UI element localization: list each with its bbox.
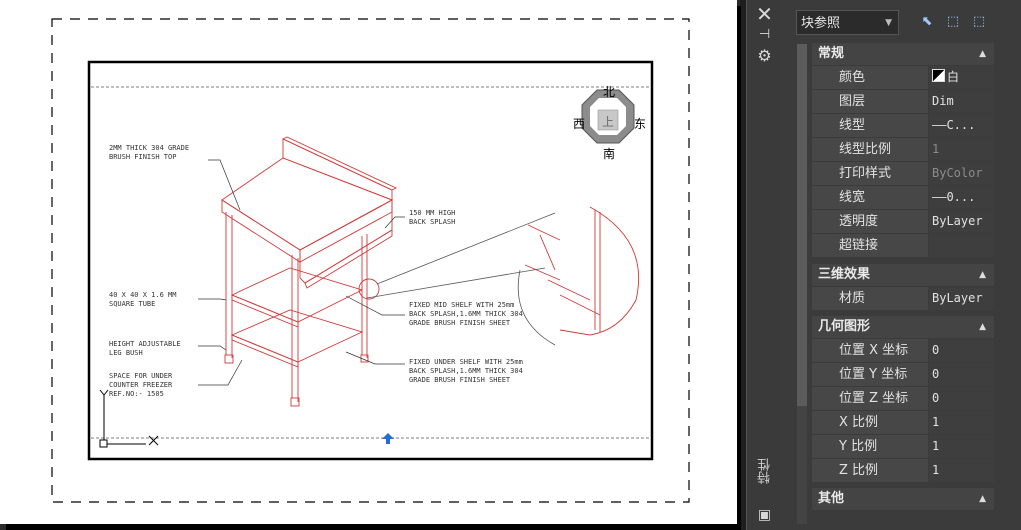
object-type-value: 块参照 — [801, 16, 841, 31]
prop-value[interactable]: 1 — [929, 459, 994, 482]
prop-row-pos-z[interactable]: 位置 Z 坐标 0 — [812, 387, 994, 411]
prop-value[interactable]: Dim — [929, 90, 994, 113]
section-misc-title: 其他 — [818, 491, 845, 506]
viewcube-west[interactable]: 西 — [573, 115, 585, 132]
section-general-title: 常规 — [818, 46, 845, 61]
prop-value[interactable]: 0 — [929, 363, 994, 386]
section-geometry-title: 几何图形 — [818, 319, 871, 334]
prop-value[interactable]: 1 — [929, 435, 994, 458]
prop-value[interactable]: ByColor — [929, 162, 994, 185]
label-under-shelf: FIXED UNDER SHELF WITH 25mm BACK SPLASH,1… — [409, 358, 523, 384]
prop-row-scale-z[interactable]: Z 比例 1 — [812, 459, 994, 483]
prop-key: 图层 — [812, 90, 928, 113]
object-type-select[interactable]: 块参照 ▼ — [796, 10, 899, 35]
prop-key: 材质 — [812, 287, 928, 310]
label-space: SPACE FOR UNDER COUNTER FREEZER REF.NO:- 1… — [109, 372, 173, 398]
prop-key: 位置 Z 坐标 — [812, 387, 928, 410]
prop-value[interactable]: 0 — [929, 339, 994, 362]
prop-key: 颜色 — [812, 66, 928, 89]
label-bush: HEIGHT ADJUSTABLE LEG BUSH — [109, 340, 181, 357]
section-misc[interactable]: 其他 ▲ — [812, 488, 994, 510]
section-3d-title: 三维效果 — [818, 267, 871, 282]
label-top: 2MM THICK 304 GRADE BRUSH FINISH TOP — [109, 144, 189, 161]
prop-key: 透明度 — [812, 210, 928, 233]
prop-key: 线型 — [812, 114, 928, 137]
viewcube-top[interactable]: 上 — [602, 113, 614, 130]
section-geometry[interactable]: 几何图形 ▲ — [812, 316, 994, 338]
prop-value[interactable]: ——C... — [929, 114, 994, 137]
prop-value-color[interactable]: 白 — [929, 66, 994, 89]
prop-key: 超链接 — [812, 234, 928, 257]
prop-row-transparency[interactable]: 透明度 ByLayer — [812, 210, 994, 234]
color-value: 白 — [947, 70, 960, 84]
label-splash: 150 MM HIGH BACK SPLASH — [409, 209, 455, 226]
prop-value[interactable]: 1 — [929, 138, 994, 161]
section-general[interactable]: 常规 ▲ — [812, 43, 994, 65]
palette-menu-icon[interactable]: ▣ — [747, 507, 782, 523]
scrollbar-thumb[interactable] — [797, 44, 807, 406]
gear-icon[interactable]: ⚙ — [747, 46, 782, 65]
toggle-pickadd-icon[interactable]: ⬉ — [915, 11, 939, 33]
prop-key: 线型比例 — [812, 138, 928, 161]
close-icon[interactable]: ✕ — [747, 2, 782, 26]
viewcube-north[interactable]: 北 — [603, 83, 615, 100]
pin-icon[interactable]: ⊣ — [747, 27, 782, 42]
prop-row-color[interactable]: 颜色 白 — [812, 66, 994, 90]
prop-row-pos-x[interactable]: 位置 X 坐标 0 — [812, 339, 994, 363]
prop-row-material[interactable]: 材质 ByLayer — [812, 287, 994, 311]
collapse-icon[interactable]: ▲ — [979, 264, 986, 286]
color-swatch-icon — [932, 69, 945, 82]
prop-value[interactable]: ——0... — [929, 186, 994, 209]
prop-row-linetype[interactable]: 线型 ——C... — [812, 114, 994, 138]
prop-value[interactable]: 0 — [929, 387, 994, 410]
prop-row-pos-y[interactable]: 位置 Y 坐标 0 — [812, 363, 994, 387]
prop-key: Y 比例 — [812, 435, 928, 458]
leader-lines — [198, 159, 405, 386]
prop-value[interactable] — [929, 234, 994, 257]
prop-row-scale-x[interactable]: X 比例 1 — [812, 411, 994, 435]
drawing-canvas[interactable]: 2MM THICK 304 GRADE BRUSH FINISH TOP 150 … — [0, 0, 741, 530]
palette-title: 特性 — [758, 458, 773, 484]
label-mid-shelf: FIXED MID SHELF WITH 25mm BACK SPLASH,1.6… — [409, 301, 523, 327]
collapse-icon[interactable]: ▲ — [979, 43, 986, 65]
prop-row-linetype-scale[interactable]: 线型比例 1 — [812, 138, 994, 162]
prop-row-hyperlink[interactable]: 超链接 — [812, 234, 994, 258]
prop-key: 线宽 — [812, 186, 928, 209]
drawing-svg[interactable]: 2MM THICK 304 GRADE BRUSH FINISH TOP 150 … — [0, 0, 740, 530]
collapse-icon[interactable]: ▲ — [979, 488, 986, 510]
prop-value[interactable]: ByLayer — [929, 287, 994, 310]
prop-key: 打印样式 — [812, 162, 928, 185]
section-3d[interactable]: 三维效果 ▲ — [812, 264, 994, 286]
prop-row-lineweight[interactable]: 线宽 ——0... — [812, 186, 994, 210]
collapse-icon[interactable]: ▲ — [979, 316, 986, 338]
prop-key: Z 比例 — [812, 459, 928, 482]
grip-marker — [382, 433, 394, 444]
viewport-frame — [87, 60, 654, 461]
palette-title-strip: ✕ ⊣ ⚙ 特性 ▣ — [746, 0, 782, 530]
viewcube-south[interactable]: 南 — [603, 145, 615, 162]
prop-row-layer[interactable]: 图层 Dim — [812, 90, 994, 114]
label-tube: 40 X 40 X 1.6 MM SQUARE TUBE — [109, 291, 176, 308]
printable-area-border — [51, 18, 690, 503]
prop-key: 位置 X 坐标 — [812, 339, 928, 362]
quick-select-icon[interactable]: ⬚ — [967, 11, 991, 33]
annotation-labels: 2MM THICK 304 GRADE BRUSH FINISH TOP 150 … — [109, 144, 523, 398]
prop-value[interactable]: ByLayer — [929, 210, 994, 233]
chevron-down-icon: ▼ — [885, 18, 892, 28]
select-objects-icon[interactable]: ⬚ — [941, 11, 965, 33]
prop-key: X 比例 — [812, 411, 928, 434]
prop-key: 位置 Y 坐标 — [812, 363, 928, 386]
viewcube-east[interactable]: 东 — [634, 115, 646, 132]
prop-value[interactable]: 1 — [929, 411, 994, 434]
ucs-icon — [99, 389, 159, 448]
prop-row-plotstyle[interactable]: 打印样式 ByColor — [812, 162, 994, 186]
prop-row-scale-y[interactable]: Y 比例 1 — [812, 435, 994, 459]
